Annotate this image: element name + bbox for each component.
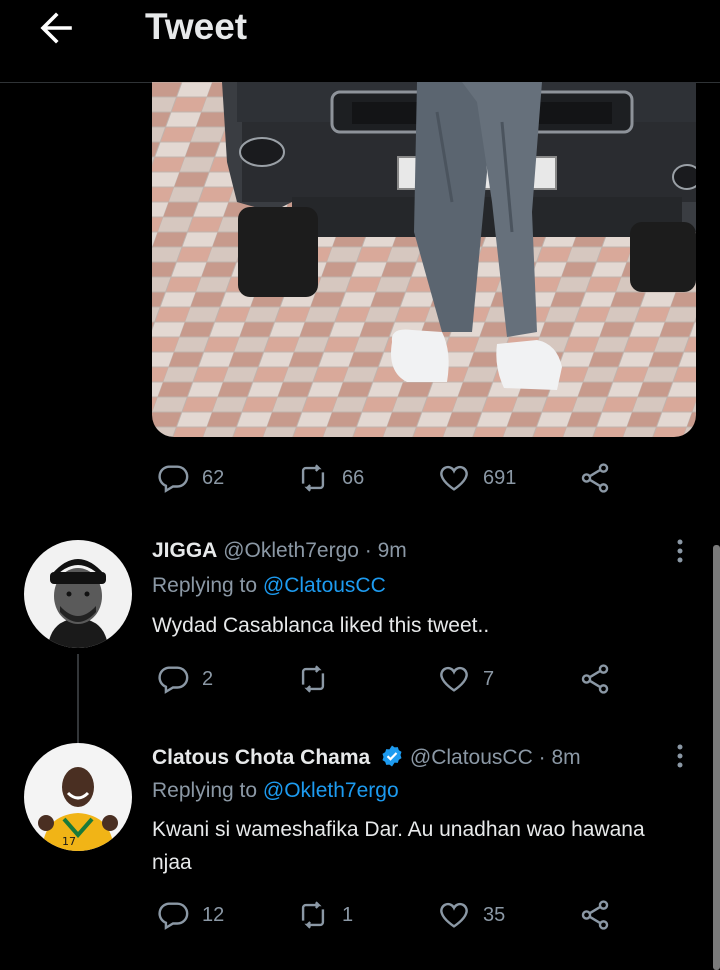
like-count: 7 — [483, 667, 495, 690]
main-tweet-actions: 62 66 691 — [0, 458, 720, 498]
retweet-icon — [301, 464, 325, 492]
reply-tweet[interactable]: JIGGA @Okleth7ergo · 9m Replying to @Cla… — [0, 530, 720, 744]
replying-to: Replying to @ClatousCC — [152, 574, 386, 597]
avatar[interactable] — [24, 540, 132, 648]
tweet-text: Wydad Casablanca liked this tweet.. — [152, 614, 490, 637]
like-button[interactable]: 7 — [437, 659, 494, 699]
user-name[interactable]: JIGGA — [152, 539, 217, 562]
user-handle[interactable]: @Okleth7ergo — [223, 539, 359, 562]
retweet-button[interactable]: 1 — [296, 895, 353, 935]
reply-button[interactable]: 2 — [156, 659, 213, 699]
share-button[interactable] — [578, 895, 612, 935]
like-count: 691 — [483, 466, 517, 489]
share-button[interactable] — [578, 659, 612, 699]
back-button[interactable] — [36, 8, 76, 48]
retweet-icon — [301, 665, 325, 693]
replying-to: Replying to @Okleth7ergo — [152, 779, 399, 802]
share-icon — [581, 664, 609, 694]
more-vertical-icon — [677, 744, 683, 768]
verified-badge-icon — [382, 745, 402, 767]
top-bar: Tweet — [0, 0, 720, 83]
timestamp[interactable]: 9m — [378, 539, 407, 562]
reply-count: 62 — [202, 466, 225, 489]
reply-button[interactable]: 12 — [156, 895, 224, 935]
reply-actions: 12 1 35 — [0, 895, 720, 935]
share-icon — [581, 900, 609, 930]
reply-icon — [158, 902, 189, 930]
retweet-count: 66 — [342, 466, 365, 489]
reply-tweet[interactable]: 17 Clatous Chota Chama @ClatousCC · 8m R… — [0, 735, 720, 970]
avatar[interactable]: 17 — [24, 743, 132, 851]
heart-icon — [440, 902, 468, 928]
mention-link[interactable]: @Okleth7ergo — [263, 779, 399, 802]
like-button[interactable]: 691 — [437, 458, 516, 498]
retweet-count: 1 — [342, 903, 354, 926]
retweet-button[interactable] — [296, 659, 342, 699]
retweet-button[interactable]: 66 — [296, 458, 364, 498]
heart-icon — [440, 465, 468, 491]
more-vertical-icon — [677, 539, 683, 563]
reply-actions: 2 7 — [0, 659, 720, 699]
heart-icon — [440, 666, 468, 692]
reply-header: JIGGA @Okleth7ergo · 9m — [152, 539, 407, 562]
like-button[interactable]: 35 — [437, 895, 505, 935]
reply-count: 2 — [202, 667, 214, 690]
timestamp[interactable]: 8m — [551, 746, 580, 769]
more-options-button[interactable] — [668, 741, 692, 771]
reply-icon — [158, 465, 189, 493]
user-name[interactable]: Clatous Chota Chama — [152, 746, 370, 769]
retweet-icon — [301, 901, 325, 929]
reply-icon — [158, 666, 189, 694]
user-handle[interactable]: @ClatousCC — [410, 746, 533, 769]
reply-button[interactable]: 62 — [156, 458, 224, 498]
share-button[interactable] — [578, 458, 612, 498]
reply-header: Clatous Chota Chama @ClatousCC · 8m — [152, 745, 581, 769]
page-title: Tweet — [145, 6, 248, 47]
mention-link[interactable]: @ClatousCC — [263, 574, 386, 597]
more-options-button[interactable] — [668, 536, 692, 566]
share-icon — [581, 463, 609, 493]
svg-text:17: 17 — [62, 835, 76, 848]
reply-count: 12 — [202, 903, 225, 926]
tweet-media-image[interactable] — [152, 82, 696, 437]
like-count: 35 — [483, 903, 506, 926]
tweet-text: Kwani si wameshafika Dar. Au unadhan wao… — [152, 818, 645, 874]
arrow-left-icon — [40, 12, 72, 44]
scrollbar[interactable] — [713, 545, 720, 970]
